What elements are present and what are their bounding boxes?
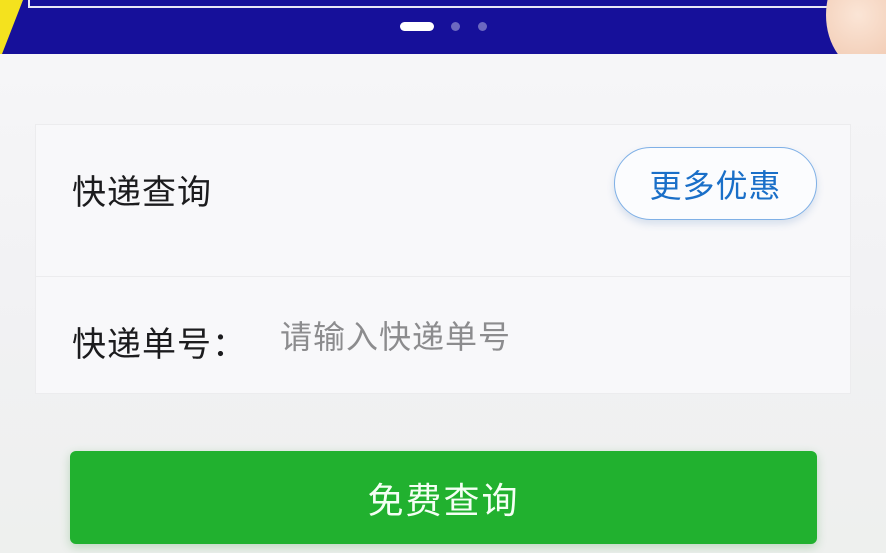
card-header-row: 快递查询 更多优惠 — [36, 125, 850, 277]
promo-banner[interactable] — [0, 0, 886, 54]
tracking-number-row: 快递单号： — [36, 277, 850, 394]
carousel-dot[interactable] — [451, 22, 460, 31]
express-query-card: 快递查询 更多优惠 快递单号： — [35, 124, 851, 394]
banner-yellow-shape — [0, 0, 23, 54]
express-query-page: 快递查询 更多优惠 快递单号： 免费查询 — [0, 0, 886, 553]
tracking-number-label: 快递单号： — [72, 325, 247, 365]
carousel-dot[interactable] — [478, 22, 487, 31]
banner-frame-line — [28, 0, 838, 8]
more-offers-button[interactable]: 更多优惠 — [614, 147, 817, 220]
banner-person-image — [826, 0, 886, 54]
carousel-dot-active[interactable] — [400, 22, 434, 31]
free-query-button[interactable]: 免费查询 — [70, 451, 817, 544]
card-title: 快递查询 — [72, 173, 212, 213]
tracking-number-input[interactable] — [280, 311, 800, 363]
